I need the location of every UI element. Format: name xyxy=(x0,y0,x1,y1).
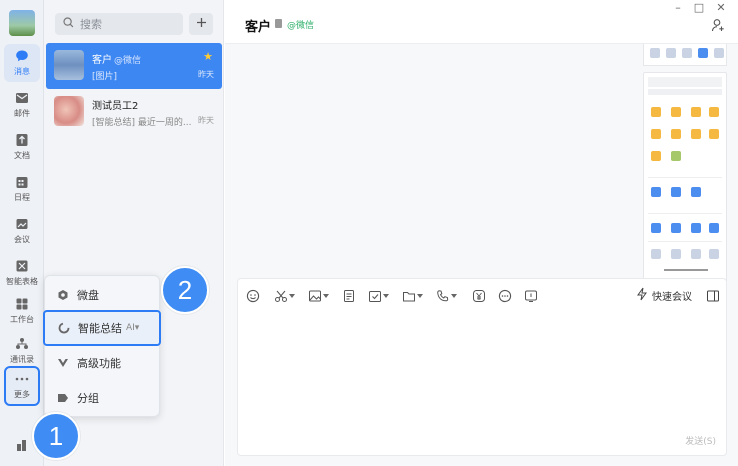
rail-item-workbench[interactable]: 工作台 xyxy=(4,292,40,330)
summary-icon xyxy=(58,322,70,334)
meeting-icon xyxy=(15,217,29,231)
close-icon[interactable]: ✕ xyxy=(714,1,728,14)
maximize-icon[interactable]: □ xyxy=(692,1,706,14)
emoji-icon[interactable] xyxy=(244,287,262,305)
rail-label: 消息 xyxy=(14,67,30,76)
conversation-time: 昨天 xyxy=(198,116,214,125)
conversation-preview: [图片] xyxy=(92,72,118,82)
chevron-down-icon[interactable] xyxy=(288,287,296,305)
rail-item-messages[interactable]: 消息 xyxy=(4,44,40,82)
message-editor[interactable]: 快速会议 发送(S) xyxy=(237,278,727,456)
ai-tag: AI▾ xyxy=(126,323,140,333)
menu-item-weipan[interactable]: 微盘 xyxy=(45,280,161,310)
avatar xyxy=(54,50,84,80)
screen-record-icon[interactable] xyxy=(522,287,540,305)
weipan-icon xyxy=(57,289,69,301)
menu-item-advanced[interactable]: 高级功能 xyxy=(45,348,161,378)
chat-header: 客户 @微信 – □ ✕ xyxy=(225,0,738,44)
step-badge-2: 2 xyxy=(161,266,209,314)
image-message[interactable] xyxy=(643,44,727,66)
conversation-time: 昨天 xyxy=(198,70,214,79)
chevron-down-icon[interactable] xyxy=(416,287,424,305)
lightning-icon xyxy=(636,287,648,304)
rail-label: 更多 xyxy=(14,390,30,399)
search-icon xyxy=(63,17,74,31)
rail-item-smart-sheet[interactable]: 智能表格 xyxy=(4,254,40,292)
advanced-icon xyxy=(57,357,69,369)
note-icon[interactable] xyxy=(340,287,358,305)
rail-label: 会议 xyxy=(14,235,30,244)
workbench-icon xyxy=(15,297,29,311)
more-popup-menu: 微盘 智能总结 AI▾ 高级功能 分组 xyxy=(43,275,161,417)
menu-item-smart-summary[interactable]: 智能总结 AI▾ xyxy=(43,310,161,346)
quick-meeting-label: 快速会议 xyxy=(652,292,692,303)
menu-item-label: 分组 xyxy=(77,392,99,405)
chevron-down-icon[interactable] xyxy=(450,287,458,305)
star-icon: ★ xyxy=(203,50,213,63)
rail-item-docs[interactable]: 文档 xyxy=(4,128,40,166)
menu-item-label: 高级功能 xyxy=(77,357,121,370)
conversation-preview: [智能总结] 最近一周的... xyxy=(92,118,192,128)
send-button[interactable]: 发送(S) xyxy=(685,434,716,447)
quick-meeting-button[interactable]: 快速会议 xyxy=(636,287,692,304)
rail-item-mail[interactable]: 邮件 xyxy=(4,86,40,124)
tag-icon xyxy=(57,392,69,404)
stats-icon xyxy=(15,438,29,452)
calendar-icon xyxy=(15,175,29,189)
user-avatar[interactable] xyxy=(9,10,35,36)
conversation-name: 客户 @微信 xyxy=(92,55,142,66)
rail-label: 文档 xyxy=(14,151,30,160)
lock-icon xyxy=(275,19,282,28)
message-icon xyxy=(15,49,29,63)
menu-item-group[interactable]: 分组 xyxy=(45,383,161,413)
wechat-tag: @微信 xyxy=(287,21,315,31)
menu-item-label: 微盘 xyxy=(77,289,99,302)
chat-title: 客户 xyxy=(245,20,272,35)
more-icon xyxy=(15,372,29,386)
document-icon xyxy=(15,133,29,147)
nav-rail: 消息 邮件 文档 日程 会议 智能表格 工作台 通讯录 更多 xyxy=(0,0,44,466)
side-panel-icon[interactable] xyxy=(704,287,722,305)
minimize-icon[interactable]: – xyxy=(671,1,685,14)
rail-item-calendar[interactable]: 日程 xyxy=(4,170,40,208)
add-member-icon[interactable] xyxy=(711,18,725,35)
search-input[interactable]: 搜索 xyxy=(55,13,183,35)
chat-panel: 客户 @微信 – □ ✕ 快速会议 发送(S) xyxy=(225,0,738,466)
smart-sheet-icon xyxy=(15,259,29,273)
mail-icon xyxy=(15,91,29,105)
plus-icon xyxy=(196,17,207,31)
image-message[interactable] xyxy=(643,72,727,300)
rail-label: 日程 xyxy=(14,193,30,202)
conversation-item[interactable]: 客户 @微信 [图片] 昨天 ★ xyxy=(46,43,222,89)
rail-label: 邮件 xyxy=(14,109,30,118)
add-button[interactable] xyxy=(189,13,213,35)
chevron-down-icon[interactable] xyxy=(382,287,390,305)
contacts-icon xyxy=(15,337,29,351)
rail-item-meeting[interactable]: 会议 xyxy=(4,212,40,250)
chevron-down-icon[interactable] xyxy=(322,287,330,305)
payment-icon[interactable] xyxy=(470,287,488,305)
rail-item-more[interactable]: 更多 xyxy=(4,366,40,406)
more-options-icon[interactable] xyxy=(496,287,514,305)
step-badge-1: 1 xyxy=(32,412,80,460)
menu-item-label: 智能总结 xyxy=(78,322,122,335)
rail-label: 通讯录 xyxy=(10,355,34,364)
conversation-item[interactable]: 测试员工2 [智能总结] 最近一周的... 昨天 xyxy=(46,89,222,135)
avatar xyxy=(54,96,84,126)
rail-label: 工作台 xyxy=(10,315,34,324)
rail-label: 智能表格 xyxy=(6,277,38,286)
conversation-name: 测试员工2 xyxy=(92,101,139,112)
rail-item-contacts[interactable]: 通讯录 xyxy=(4,332,40,370)
search-placeholder: 搜索 xyxy=(80,18,102,31)
